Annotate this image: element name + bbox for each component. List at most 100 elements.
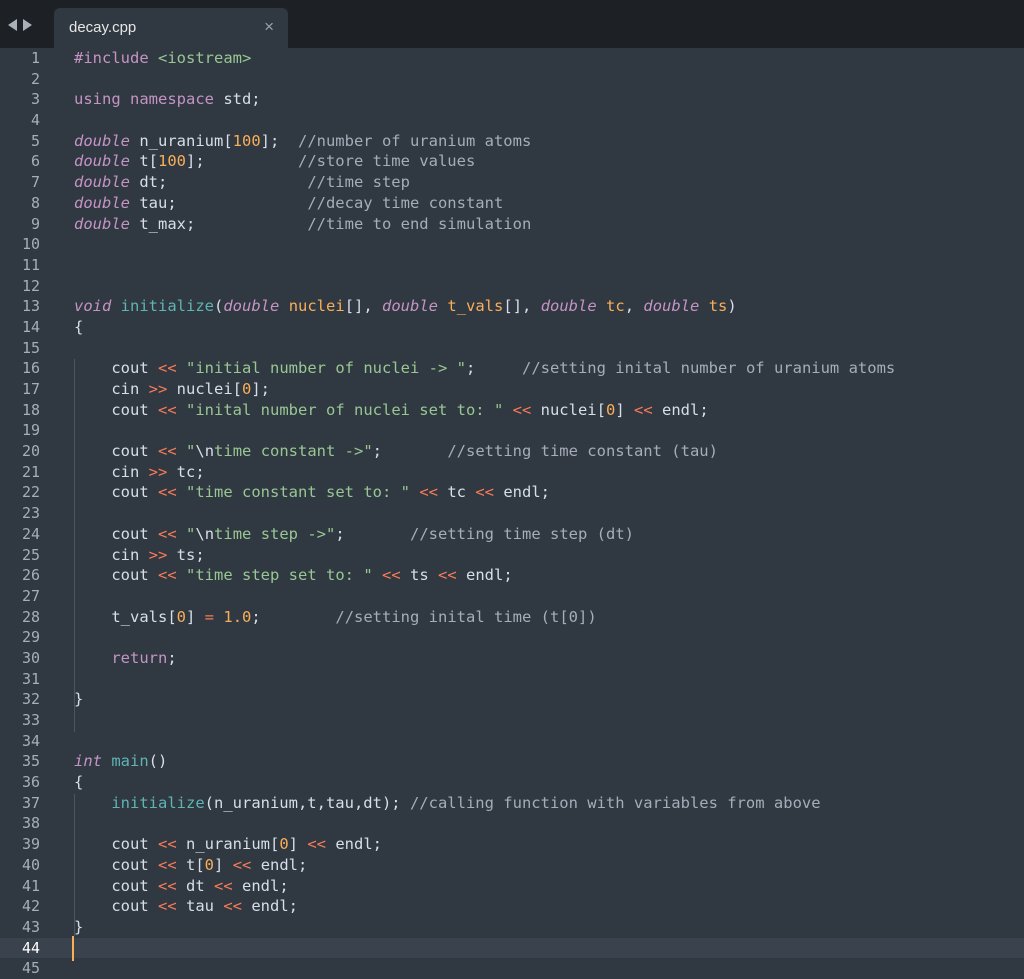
code-line[interactable] bbox=[74, 276, 1024, 297]
line-number: 22 bbox=[21, 483, 40, 502]
code-line[interactable] bbox=[74, 255, 1024, 276]
code-line[interactable] bbox=[74, 710, 1024, 731]
code-token: " bbox=[186, 524, 196, 543]
code-token: ts; bbox=[167, 545, 205, 564]
code-token: [], bbox=[503, 297, 541, 316]
code-line[interactable]: } bbox=[74, 689, 1024, 710]
code-line[interactable]: { bbox=[74, 772, 1024, 793]
code-token: << bbox=[223, 897, 243, 916]
code-line[interactable] bbox=[74, 731, 1024, 752]
code-line[interactable] bbox=[74, 69, 1024, 90]
code-token: << bbox=[232, 855, 252, 874]
code-token: nuclei bbox=[288, 297, 345, 316]
code-line[interactable]: { bbox=[74, 317, 1024, 338]
code-line[interactable] bbox=[74, 110, 1024, 131]
code-line[interactable]: cin >> tc; bbox=[74, 462, 1024, 483]
code-token: cin bbox=[74, 545, 149, 564]
code-token: endl; bbox=[326, 835, 383, 854]
code-line[interactable]: cout << "\ntime constant ->"; //setting … bbox=[74, 441, 1024, 462]
code-token: tc; bbox=[167, 462, 205, 481]
close-icon[interactable]: × bbox=[264, 17, 274, 37]
code-line[interactable]: cout << "time step set to: " << ts << en… bbox=[74, 565, 1024, 586]
code-line[interactable]: double t[100]; //store time values bbox=[74, 151, 1024, 172]
code-token: t_vals[ bbox=[74, 607, 177, 626]
code-line[interactable]: cout << n_uranium[0] << endl; bbox=[74, 834, 1024, 855]
code-token: >> bbox=[148, 545, 168, 564]
line-number: 28 bbox=[21, 607, 40, 626]
code-line[interactable]: #include <iostream> bbox=[74, 48, 1024, 69]
code-token: t[ bbox=[130, 152, 158, 171]
code-editor[interactable]: 1 2 3 4 5 6 7 8 9 10 11 12 13 14 15 16 17 18 19 20 21 22 23 24 2… bbox=[0, 48, 1024, 977]
code-line[interactable]: initialize(n_uranium,t,tau,dt); //callin… bbox=[74, 793, 1024, 814]
code-token: main bbox=[111, 752, 149, 771]
code-token: << bbox=[307, 835, 327, 854]
code-line[interactable]: } bbox=[74, 917, 1024, 938]
code-line[interactable]: using namespace std; bbox=[74, 89, 1024, 110]
code-line[interactable]: void initialize(double nuclei[], double … bbox=[74, 296, 1024, 317]
code-line[interactable]: cin >> nuclei[0]; bbox=[74, 379, 1024, 400]
line-number: 9 bbox=[30, 214, 40, 233]
code-token: cout bbox=[74, 359, 158, 378]
code-token: return bbox=[74, 648, 168, 667]
arrow-left-icon[interactable] bbox=[8, 19, 17, 31]
code-line[interactable]: cout << dt << endl; bbox=[74, 876, 1024, 897]
line-number: 18 bbox=[21, 400, 40, 419]
code-line[interactable] bbox=[74, 338, 1024, 359]
code-line[interactable]: cout << "time constant set to: " << tc <… bbox=[74, 482, 1024, 503]
code-token: cin bbox=[74, 380, 149, 398]
code-line[interactable]: double n_uranium[100]; //number of urani… bbox=[74, 131, 1024, 152]
code-line[interactable] bbox=[74, 669, 1024, 690]
code-line[interactable] bbox=[0, 937, 1024, 959]
code-token: \n bbox=[195, 442, 215, 461]
code-token: << bbox=[475, 483, 494, 502]
code-token: ; bbox=[465, 359, 522, 378]
code-line[interactable]: double t_max; //time to end simulation bbox=[74, 214, 1024, 235]
code-line[interactable] bbox=[74, 958, 1024, 979]
code-token: 0 bbox=[605, 400, 616, 419]
code-line[interactable]: int main() bbox=[74, 751, 1024, 772]
code-line[interactable]: cout << "inital number of nuclei set to:… bbox=[74, 400, 1024, 421]
code-line[interactable]: cin >> ts; bbox=[74, 545, 1024, 566]
code-token: ts bbox=[708, 297, 728, 316]
code-token: << bbox=[438, 566, 457, 585]
code-line[interactable] bbox=[74, 813, 1024, 834]
code-token: "inital number of nuclei set to: " bbox=[186, 400, 504, 419]
code-token: //calling function with variables from a… bbox=[409, 793, 821, 812]
tab-decay-cpp[interactable]: decay.cpp × bbox=[54, 8, 288, 48]
code-token: cout bbox=[74, 442, 158, 461]
line-number: 26 bbox=[21, 566, 40, 585]
code-line[interactable]: double dt; //time step bbox=[74, 172, 1024, 193]
code-token: = bbox=[204, 607, 215, 626]
code-token: cout bbox=[74, 524, 158, 543]
code-token: ] bbox=[288, 835, 308, 854]
line-number: 31 bbox=[21, 669, 40, 688]
code-line[interactable]: t_vals[0] = 1.0; //setting inital time (… bbox=[74, 607, 1024, 628]
code-line[interactable] bbox=[74, 627, 1024, 648]
code-token: std; bbox=[213, 90, 261, 109]
code-line[interactable] bbox=[74, 420, 1024, 441]
code-token: cout bbox=[74, 483, 158, 502]
code-line[interactable]: cout << t[0] << endl; bbox=[74, 855, 1024, 876]
code-line[interactable]: cout << "initial number of nuclei -> "; … bbox=[74, 358, 1024, 379]
code-line[interactable]: double tau; //decay time constant bbox=[74, 193, 1024, 214]
line-number: 44 bbox=[0, 937, 56, 959]
code-token: << bbox=[158, 855, 177, 874]
code-line[interactable]: return; bbox=[74, 648, 1024, 669]
code-line[interactable] bbox=[74, 234, 1024, 255]
code-token: //time to end simulation bbox=[307, 214, 532, 233]
code-token: << bbox=[214, 876, 233, 895]
code-line[interactable] bbox=[74, 503, 1024, 524]
arrow-right-icon[interactable] bbox=[23, 19, 32, 31]
code-line[interactable] bbox=[74, 586, 1024, 607]
code-token: << bbox=[158, 483, 177, 502]
code-token: tc bbox=[438, 483, 476, 502]
code-line[interactable]: cout << tau << endl; bbox=[74, 896, 1024, 917]
code-line[interactable]: cout << "\ntime step ->"; //setting time… bbox=[74, 524, 1024, 545]
code-token: nuclei[ bbox=[531, 400, 606, 419]
code-token: , bbox=[624, 297, 644, 316]
code-area[interactable]: #include <iostream> using namespace std; d… bbox=[0, 48, 1024, 979]
